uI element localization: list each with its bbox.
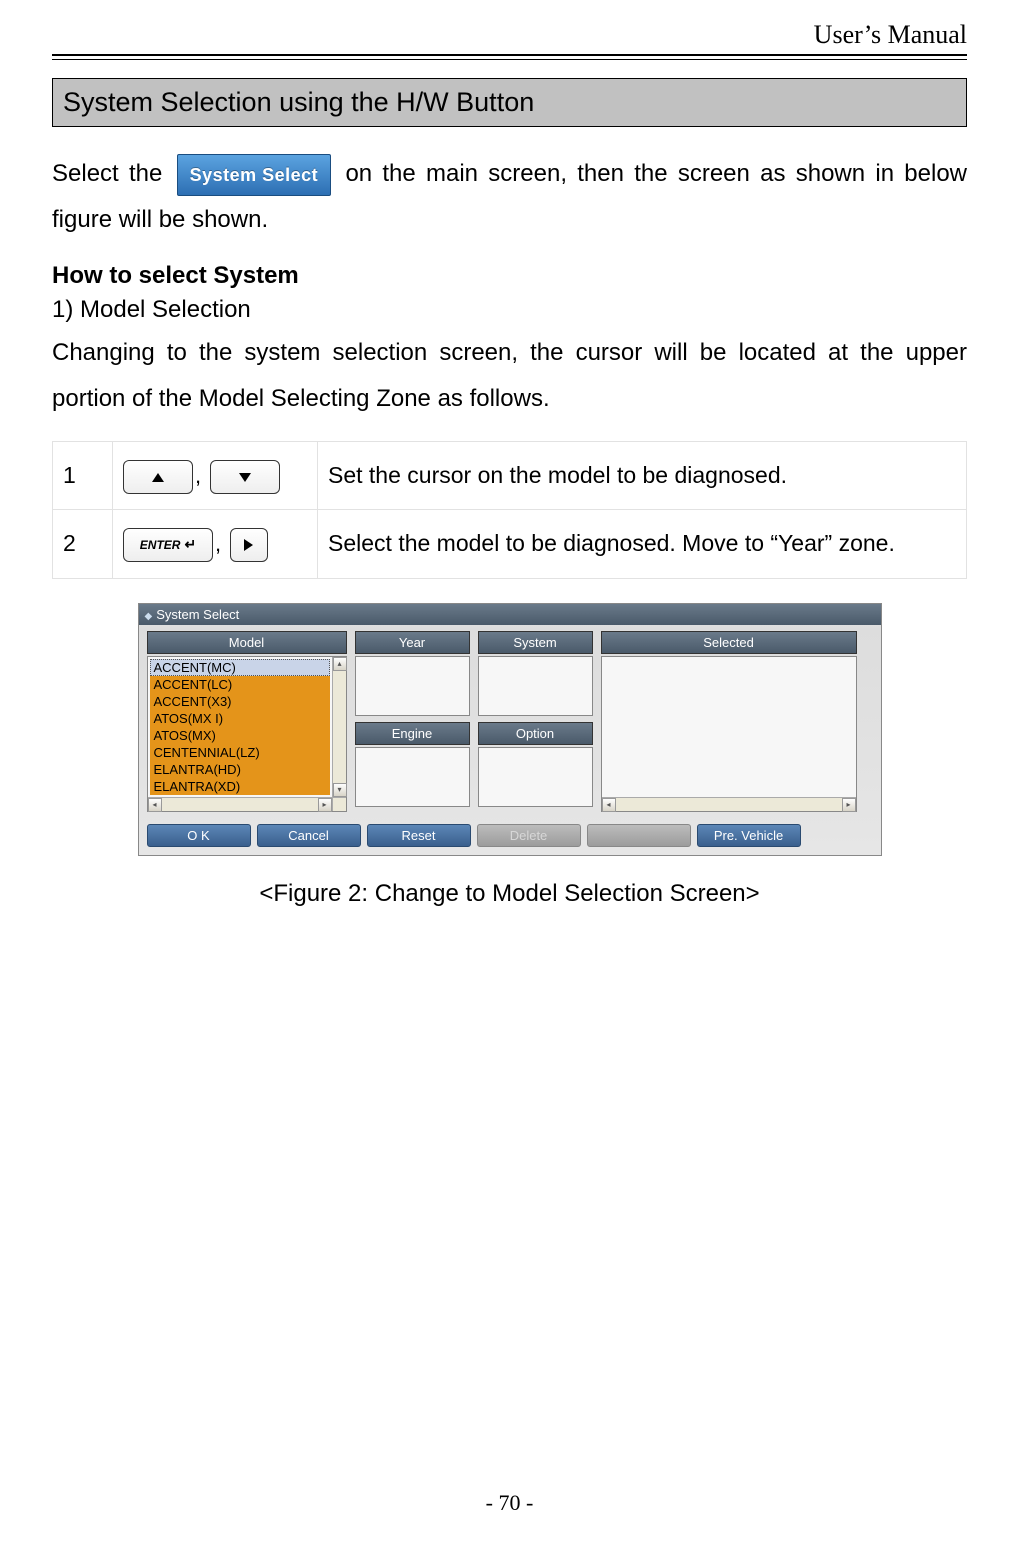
resize-grip-icon	[332, 797, 346, 811]
list-item[interactable]: ATOS(MX)	[150, 727, 330, 744]
scroll-down-icon[interactable]: ▾	[333, 783, 347, 797]
intro-paragraph: Select the System Select on the main scr…	[52, 151, 967, 242]
list-item[interactable]: ACCENT(X3)	[150, 693, 330, 710]
enter-key-icon: ENTER↵	[123, 528, 213, 562]
model-selection-paragraph: Changing to the system selection screen,…	[52, 330, 967, 421]
year-pane: Year	[355, 631, 470, 716]
scroll-up-icon[interactable]: ▴	[333, 657, 347, 671]
reset-button[interactable]: Reset	[367, 824, 471, 847]
system-pane: System	[478, 631, 593, 716]
row-description: Select the model to be diagnosed. Move t…	[318, 510, 967, 578]
page: User’s Manual System Selection using the…	[0, 0, 1019, 1546]
cancel-button[interactable]: Cancel	[257, 824, 361, 847]
system-select-figure: ◆System Select Model ACCENT(MC) ACCENT(L…	[138, 603, 882, 856]
option-pane-header: Option	[478, 722, 593, 745]
instruction-table: 1 , Set the cursor on the model to be di…	[52, 441, 967, 578]
scroll-left-icon[interactable]: ◂	[148, 798, 162, 812]
down-arrow-key-icon	[210, 460, 280, 494]
scroll-left-icon[interactable]: ◂	[602, 798, 616, 812]
row-keys: ENTER↵ ,	[113, 510, 318, 578]
up-arrow-key-icon	[123, 460, 193, 494]
section-title: System Selection using the H/W Button	[52, 78, 967, 127]
selected-listbox[interactable]: ◂ ▸	[601, 656, 857, 812]
row-keys: ,	[113, 442, 318, 510]
header-rule	[52, 54, 967, 60]
model-listbox[interactable]: ACCENT(MC) ACCENT(LC) ACCENT(X3) ATOS(MX…	[147, 656, 347, 812]
table-row: 2 ENTER↵ , Select the model to be diagno…	[53, 510, 967, 578]
figure-caption: <Figure 2: Change to Model Selection Scr…	[52, 880, 967, 908]
running-head: User’s Manual	[52, 20, 967, 54]
selected-pane: Selected ◂ ▸	[601, 631, 857, 812]
figure-body: Model ACCENT(MC) ACCENT(LC) ACCENT(X3) A…	[139, 625, 881, 820]
system-option-column: System Option	[478, 631, 593, 807]
engine-listbox[interactable]	[355, 747, 470, 807]
list-item[interactable]: ACCENT(LC)	[150, 676, 330, 693]
row-number: 1	[53, 442, 113, 510]
right-arrow-key-icon	[230, 528, 268, 562]
option-listbox[interactable]	[478, 747, 593, 807]
scroll-right-icon[interactable]: ▸	[842, 798, 856, 812]
page-number: - 70 -	[0, 1490, 1019, 1516]
how-to-select-system-heading: How to select System	[52, 262, 967, 290]
model-selection-number: 1) Model Selection	[52, 296, 967, 324]
delete-button[interactable]: Delete	[477, 824, 581, 847]
row-description: Set the cursor on the model to be diagno…	[318, 442, 967, 510]
system-listbox[interactable]	[478, 656, 593, 716]
selected-pane-header: Selected	[601, 631, 857, 654]
system-pane-header: System	[478, 631, 593, 654]
system-select-inline-button[interactable]: System Select	[177, 154, 332, 196]
ok-button[interactable]: O K	[147, 824, 251, 847]
horizontal-scrollbar[interactable]: ◂ ▸	[148, 797, 332, 811]
year-pane-header: Year	[355, 631, 470, 654]
window-title: System Select	[156, 607, 239, 622]
scroll-right-icon[interactable]: ▸	[318, 798, 332, 812]
row-number: 2	[53, 510, 113, 578]
model-pane: Model ACCENT(MC) ACCENT(LC) ACCENT(X3) A…	[147, 631, 347, 812]
diamond-icon: ◆	[145, 611, 153, 622]
table-row: 1 , Set the cursor on the model to be di…	[53, 442, 967, 510]
pre-vehicle-button[interactable]: Pre. Vehicle	[697, 824, 801, 847]
year-listbox[interactable]	[355, 656, 470, 716]
list-item[interactable]: ELANTRA(XD)	[150, 778, 330, 795]
list-item[interactable]: ACCENT(MC)	[150, 659, 330, 676]
list-item[interactable]: ATOS(MX I)	[150, 710, 330, 727]
figure-footer: O K Cancel Reset Delete Pre. Vehicle	[139, 820, 881, 855]
vertical-scrollbar[interactable]: ▴ ▾	[332, 657, 346, 797]
year-engine-column: Year Engine	[355, 631, 470, 807]
option-pane: Option	[478, 722, 593, 807]
list-item[interactable]: CENTENNIAL(LZ)	[150, 744, 330, 761]
engine-pane-header: Engine	[355, 722, 470, 745]
horizontal-scrollbar[interactable]: ◂ ▸	[602, 797, 856, 811]
engine-pane: Engine	[355, 722, 470, 807]
blank-button	[587, 824, 691, 847]
list-item[interactable]: ELANTRA(HD)	[150, 761, 330, 778]
model-pane-header: Model	[147, 631, 347, 654]
window-title-bar: ◆System Select	[139, 604, 881, 625]
intro-text-before: Select the	[52, 160, 173, 187]
